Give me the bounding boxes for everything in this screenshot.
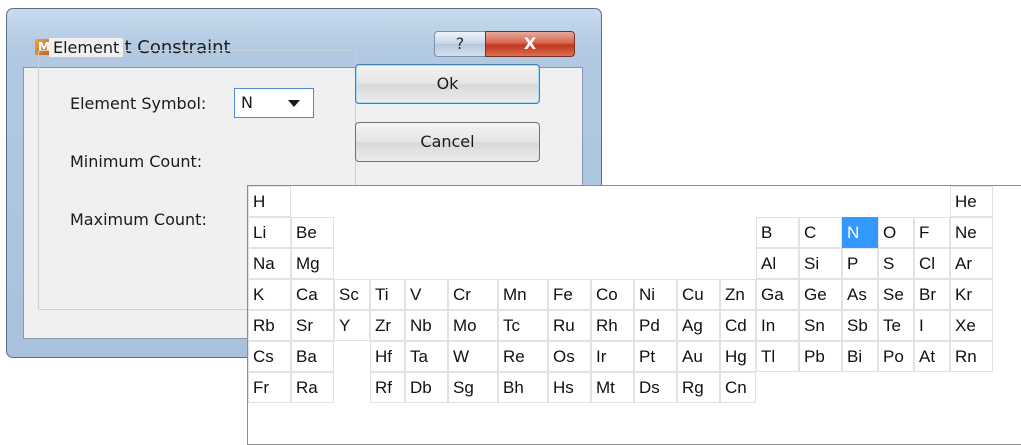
- element-cell-hf[interactable]: Hf: [370, 341, 405, 372]
- element-cell-sn[interactable]: Sn: [799, 310, 842, 341]
- element-cell-h[interactable]: H: [248, 186, 291, 217]
- element-cell-s[interactable]: S: [878, 248, 914, 279]
- element-cell-cs[interactable]: Cs: [248, 341, 291, 372]
- element-cell-mt[interactable]: Mt: [591, 372, 634, 403]
- element-cell-re[interactable]: Re: [498, 341, 548, 372]
- element-cell-rg[interactable]: Rg: [677, 372, 720, 403]
- element-cell-cn[interactable]: Cn: [720, 372, 756, 403]
- element-cell-ar[interactable]: Ar: [950, 248, 993, 279]
- element-group-label: Element: [49, 38, 124, 57]
- element-cell-rh[interactable]: Rh: [591, 310, 634, 341]
- element-cell-ru[interactable]: Ru: [548, 310, 591, 341]
- ok-button[interactable]: Ok: [355, 64, 540, 104]
- element-cell-ds[interactable]: Ds: [634, 372, 677, 403]
- element-cell-ge[interactable]: Ge: [799, 279, 842, 310]
- element-cell-po[interactable]: Po: [878, 341, 914, 372]
- element-cell-sc[interactable]: Sc: [334, 279, 370, 310]
- element-cell-be[interactable]: Be: [291, 217, 334, 248]
- element-cell-ti[interactable]: Ti: [370, 279, 405, 310]
- element-cell-sr[interactable]: Sr: [291, 310, 334, 341]
- element-cell-cu[interactable]: Cu: [677, 279, 720, 310]
- element-cell-cl[interactable]: Cl: [914, 248, 950, 279]
- element-cell-pb[interactable]: Pb: [799, 341, 842, 372]
- element-cell-k[interactable]: K: [248, 279, 291, 310]
- element-cell-c[interactable]: C: [799, 217, 842, 248]
- element-symbol-dropdown[interactable]: N: [234, 88, 314, 118]
- element-cell-w[interactable]: W: [448, 341, 498, 372]
- element-symbol-value: N: [241, 93, 253, 112]
- element-cell-os[interactable]: Os: [548, 341, 591, 372]
- element-cell-at[interactable]: At: [914, 341, 950, 372]
- element-cell-co[interactable]: Co: [591, 279, 634, 310]
- element-cell-na[interactable]: Na: [248, 248, 291, 279]
- element-cell-ra[interactable]: Ra: [291, 372, 334, 403]
- element-cell-as[interactable]: As: [842, 279, 878, 310]
- element-cell-sb[interactable]: Sb: [842, 310, 878, 341]
- element-cell-sg[interactable]: Sg: [448, 372, 498, 403]
- element-cell-mn[interactable]: Mn: [498, 279, 548, 310]
- element-cell-ne[interactable]: Ne: [950, 217, 993, 248]
- element-cell-ir[interactable]: Ir: [591, 341, 634, 372]
- element-cell-p[interactable]: P: [842, 248, 878, 279]
- element-cell-bh[interactable]: Bh: [498, 372, 548, 403]
- element-cell-al[interactable]: Al: [756, 248, 799, 279]
- periodic-table-popup: H He Li Be B C N O F Ne Na Mg Al Si P S Cl Ar K Ca Sc Ti V Cr Mn…: [247, 185, 1021, 445]
- element-cell-kr[interactable]: Kr: [950, 279, 993, 310]
- element-cell-n[interactable]: N: [842, 217, 878, 248]
- element-cell-au[interactable]: Au: [677, 341, 720, 372]
- element-cell-mo[interactable]: Mo: [448, 310, 498, 341]
- element-cell-y[interactable]: Y: [334, 310, 370, 341]
- element-cell-fr[interactable]: Fr: [248, 372, 291, 403]
- element-cell-ta[interactable]: Ta: [405, 341, 448, 372]
- element-cell-o[interactable]: O: [878, 217, 914, 248]
- element-cell-li[interactable]: Li: [248, 217, 291, 248]
- element-cell-tl[interactable]: Tl: [756, 341, 799, 372]
- element-cell-pt[interactable]: Pt: [634, 341, 677, 372]
- chevron-down-icon[interactable]: [288, 100, 300, 107]
- element-cell-br[interactable]: Br: [914, 279, 950, 310]
- element-cell-zn[interactable]: Zn: [720, 279, 756, 310]
- element-cell-rn[interactable]: Rn: [950, 341, 993, 372]
- element-cell-ga[interactable]: Ga: [756, 279, 799, 310]
- element-cell-fe[interactable]: Fe: [548, 279, 591, 310]
- element-cell-tc[interactable]: Tc: [498, 310, 548, 341]
- element-cell-cr[interactable]: Cr: [448, 279, 498, 310]
- maximum-count-label: Maximum Count:: [70, 210, 207, 229]
- element-cell-in[interactable]: In: [756, 310, 799, 341]
- element-cell-db[interactable]: Db: [405, 372, 448, 403]
- help-button[interactable]: ?: [434, 31, 486, 57]
- element-cell-cd[interactable]: Cd: [720, 310, 756, 341]
- element-cell-bi[interactable]: Bi: [842, 341, 878, 372]
- cancel-button[interactable]: Cancel: [355, 122, 540, 162]
- element-cell-ag[interactable]: Ag: [677, 310, 720, 341]
- element-cell-ba[interactable]: Ba: [291, 341, 334, 372]
- element-cell-te[interactable]: Te: [878, 310, 914, 341]
- element-cell-hg[interactable]: Hg: [720, 341, 756, 372]
- element-cell-mg[interactable]: Mg: [291, 248, 334, 279]
- element-cell-si[interactable]: Si: [799, 248, 842, 279]
- element-cell-hs[interactable]: Hs: [548, 372, 591, 403]
- element-cell-rb[interactable]: Rb: [248, 310, 291, 341]
- element-cell-b[interactable]: B: [756, 217, 799, 248]
- close-button[interactable]: X: [485, 31, 575, 57]
- element-cell-rf[interactable]: Rf: [370, 372, 405, 403]
- element-symbol-label: Element Symbol:: [70, 94, 207, 113]
- element-cell-pd[interactable]: Pd: [634, 310, 677, 341]
- element-cell-f[interactable]: F: [914, 217, 950, 248]
- minimum-count-label: Minimum Count:: [70, 152, 203, 171]
- element-cell-zr[interactable]: Zr: [370, 310, 405, 341]
- element-cell-i[interactable]: I: [914, 310, 950, 341]
- element-cell-he[interactable]: He: [950, 186, 993, 217]
- element-cell-se[interactable]: Se: [878, 279, 914, 310]
- element-cell-xe[interactable]: Xe: [950, 310, 993, 341]
- element-cell-ca[interactable]: Ca: [291, 279, 334, 310]
- element-cell-ni[interactable]: Ni: [634, 279, 677, 310]
- element-cell-nb[interactable]: Nb: [405, 310, 448, 341]
- element-cell-v[interactable]: V: [405, 279, 448, 310]
